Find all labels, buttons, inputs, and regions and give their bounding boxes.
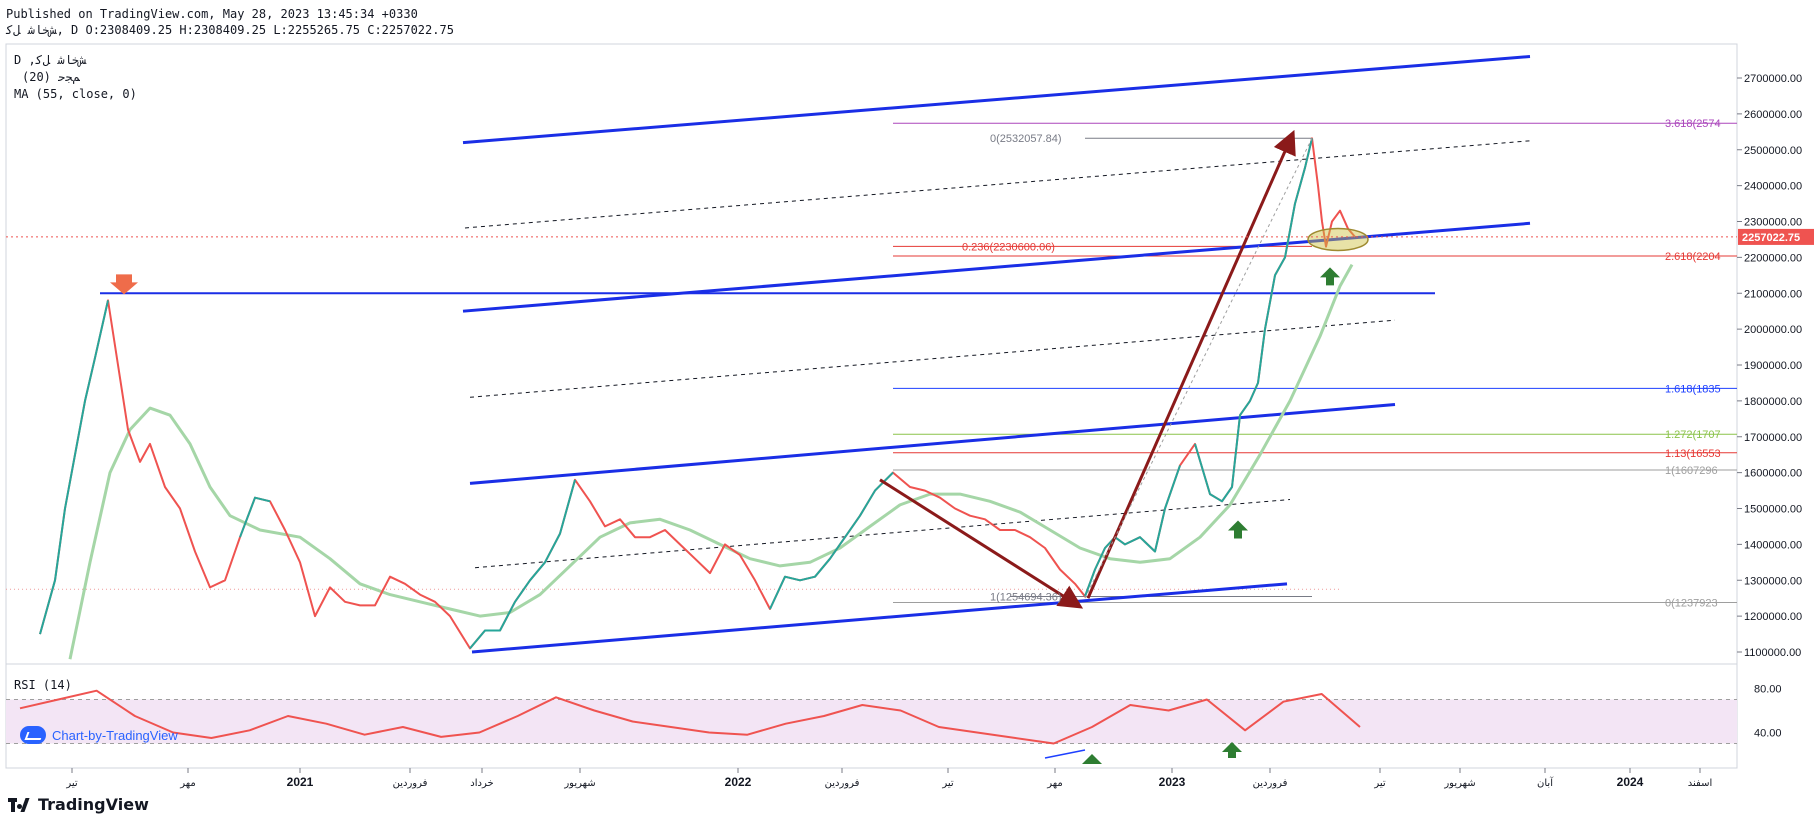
watermark-cloud-icon (20, 726, 46, 744)
x-tick-label: تیر (941, 778, 954, 789)
y-tick-label: 1400000.00 (1744, 539, 1802, 551)
x-tick-label: فروردین (825, 778, 860, 789)
x-axis-labels: تیر مهر 2021 فروردین خرداد شهریور 2022 فروردین ت… (65, 768, 1712, 789)
rsi-tick-label: 80.00 (1754, 684, 1782, 696)
rsi-band: 80.00 40.00 (6, 684, 1782, 744)
up-arrow (1086, 129, 1296, 599)
y-tick-label: 2100000.00 (1744, 288, 1802, 300)
y-tick-label: 1800000.00 (1744, 396, 1802, 408)
x-tick-label: مهر (179, 778, 195, 789)
price-up-segment (469, 479, 576, 650)
x-tick-label: فروردین (393, 778, 428, 789)
legend: ﺶﺧﺎﺷ ﻞﮐ, D (20) ﻢﺠﺣ MA (55, close, 0) (14, 52, 137, 103)
price-up-segment (769, 471, 894, 610)
legend-symbol[interactable]: ﺶﺧﺎﺷ ﻞﮐ, D (14, 52, 137, 69)
x-tick-label: 2022 (725, 775, 752, 789)
retracement-label: 1(1254694.36) (990, 592, 1062, 604)
y-tick-label: 2500000.00 (1744, 145, 1802, 157)
y-tick-label: 2600000.00 (1744, 109, 1802, 121)
retracement-label: 0.236(2230600.06) (962, 241, 1055, 253)
price-series (39, 137, 1356, 650)
x-tick-label: تیر (65, 778, 78, 789)
x-tick-label: آبان (1537, 776, 1554, 789)
channel-upper (469, 402, 1396, 485)
channel-lower (471, 582, 1288, 654)
price-up-segment (1194, 138, 1313, 503)
y-tick-label: 1200000.00 (1744, 611, 1802, 623)
y-tick-label: 2300000.00 (1744, 217, 1802, 229)
fib-level-label: 1.272(1707 (1665, 429, 1721, 441)
fib-level-label: 1(1607296 (1665, 465, 1718, 477)
red-arrow-marker (110, 274, 138, 295)
x-tick-label: تیر (1373, 778, 1386, 789)
last-price-label: 2257022.75 (1742, 232, 1800, 244)
y-tick-label: 1300000.00 (1744, 575, 1802, 587)
x-tick-label: 2021 (287, 775, 314, 789)
price-up-segment (39, 300, 109, 635)
tradingview-logo-icon (8, 797, 32, 812)
chart-svg[interactable]: 80.00 40.00 2700000.00 2600000.00 2500000.0… (0, 0, 1814, 824)
y-tick-label: 1700000.00 (1744, 432, 1802, 444)
x-tick-label: شهریور (1443, 778, 1475, 789)
rsi-blue-arrow (1044, 749, 1086, 759)
legend-ma[interactable]: MA (55, close, 0) (14, 86, 137, 103)
fib-level-label: 2.618(2204 (1665, 251, 1721, 263)
rsi-green-marker (1082, 754, 1102, 764)
y-tick-label: 2000000.00 (1744, 324, 1802, 336)
rsi-label[interactable]: RSI (14) (14, 678, 72, 692)
price-line (39, 137, 1356, 650)
y-tick-label: 1900000.00 (1744, 360, 1802, 372)
x-tick-label: فروردین (1253, 778, 1288, 789)
channel-lines (100, 54, 1531, 654)
y-tick-label: 1100000.00 (1744, 647, 1801, 659)
x-tick-label: مهر (1046, 778, 1062, 789)
y-axis-labels: 2700000.00 2600000.00 2500000.00 2400000.00… (6, 73, 1814, 659)
rsi-tick-label: 40.00 (1754, 728, 1782, 740)
x-tick-label: شهریور (563, 778, 595, 789)
fib-level-label: 0(1237923 (1665, 598, 1718, 610)
tradingview-brand[interactable]: TradingView (8, 795, 149, 814)
x-tick-label: خرداد (470, 778, 493, 789)
y-tick-label: 1500000.00 (1744, 504, 1802, 516)
retracement-label: 0(2532057.84) (990, 133, 1062, 145)
brand-text: TradingView (38, 795, 149, 814)
level-labels: 3.618(2574 2.618(2204 1.618(1835 1.272(1707… (962, 118, 1721, 609)
green-arrow-marker (1228, 520, 1248, 539)
y-tick-label: 2700000.00 (1744, 73, 1802, 85)
x-tick-label: اسفند (1688, 778, 1712, 789)
fib-level-label: 1.618(1835 (1665, 383, 1721, 395)
watermark-text: Chart-by-TradingView (52, 727, 178, 743)
fib-level-label: 3.618(2574 (1665, 118, 1721, 130)
x-tick-label: 2024 (1617, 775, 1644, 789)
y-tick-label: 2200000.00 (1744, 252, 1802, 264)
channel-mid-top (464, 140, 1531, 229)
price-up-segment (1084, 465, 1181, 597)
green-arrow-marker (1320, 267, 1340, 286)
highlight-ellipse (1307, 227, 1369, 252)
fib-level-label: 1.13(16553 (1665, 448, 1721, 460)
rsi-green-marker (1222, 742, 1242, 758)
channel-top (462, 54, 1531, 145)
y-tick-label: 1600000.00 (1744, 468, 1802, 480)
tradingview-watermark[interactable]: Chart-by-TradingView (20, 726, 178, 744)
chart-container[interactable]: 80.00 40.00 2700000.00 2600000.00 2500000.0… (0, 0, 1814, 824)
legend-volume[interactable]: (20) ﻢﺠﺣ (14, 69, 137, 86)
main-pane-border (5, 43, 1738, 665)
y-tick-label: 2400000.00 (1744, 181, 1802, 193)
x-tick-label: 2023 (1159, 775, 1186, 789)
